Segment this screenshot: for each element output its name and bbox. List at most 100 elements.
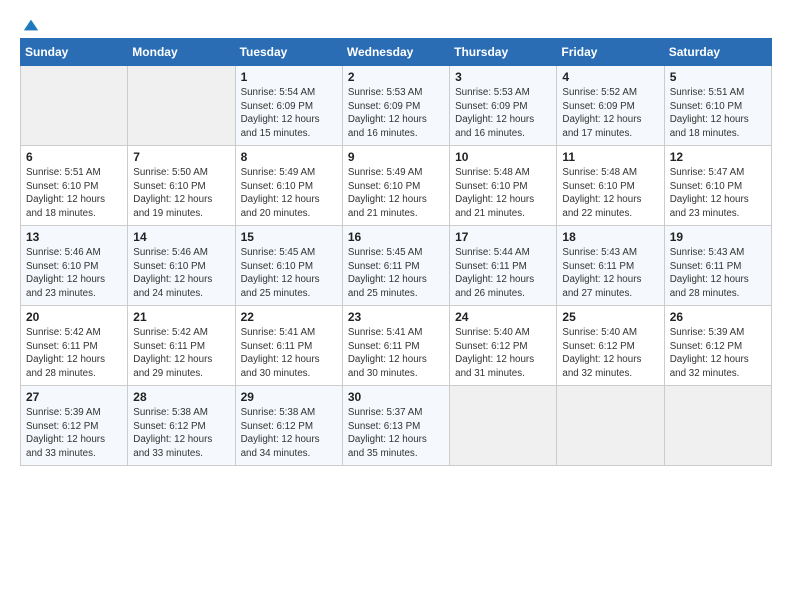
sunset-text: Sunset: 6:09 PM (348, 100, 444, 114)
sunrise-text: Sunrise: 5:40 AM (562, 326, 658, 340)
daylight-text: Daylight: 12 hours and 18 minutes. (26, 193, 122, 220)
day-number: 25 (562, 310, 658, 324)
sunrise-text: Sunrise: 5:53 AM (348, 86, 444, 100)
daylight-text: Daylight: 12 hours and 16 minutes. (455, 113, 551, 140)
sunrise-text: Sunrise: 5:47 AM (670, 166, 766, 180)
calendar-cell: 7 Sunrise: 5:50 AMSunset: 6:10 PMDaylight… (128, 146, 235, 226)
calendar-cell (557, 386, 664, 466)
sunset-text: Sunset: 6:11 PM (348, 260, 444, 274)
day-number: 3 (455, 70, 551, 84)
day-info: Sunrise: 5:44 AMSunset: 6:11 PMDaylight:… (455, 246, 551, 301)
calendar-cell: 11Sunrise: 5:48 AMSunset: 6:10 PMDayligh… (557, 146, 664, 226)
logo-icon (22, 16, 40, 34)
sunset-text: Sunset: 6:11 PM (133, 340, 229, 354)
calendar-cell: 19Sunrise: 5:43 AMSunset: 6:11 PMDayligh… (664, 226, 771, 306)
logo (20, 16, 40, 28)
day-info: Sunrise: 5:53 AMSunset: 6:09 PMDaylight:… (348, 86, 444, 141)
day-info: Sunrise: 5:49 AMSunset: 6:10 PMDaylight:… (241, 166, 337, 221)
sunrise-text: Sunrise: 5:48 AM (562, 166, 658, 180)
day-number: 7 (133, 150, 229, 164)
day-number: 15 (241, 230, 337, 244)
sunrise-text: Sunrise: 5:43 AM (562, 246, 658, 260)
sunrise-text: Sunrise: 5:50 AM (133, 166, 229, 180)
day-info: Sunrise: 5:53 AMSunset: 6:09 PMDaylight:… (455, 86, 551, 141)
sunrise-text: Sunrise: 5:49 AM (348, 166, 444, 180)
day-info: Sunrise: 5:39 AMSunset: 6:12 PMDaylight:… (26, 406, 122, 461)
calendar-cell (664, 386, 771, 466)
day-number: 13 (26, 230, 122, 244)
sunrise-text: Sunrise: 5:52 AM (562, 86, 658, 100)
daylight-text: Daylight: 12 hours and 35 minutes. (348, 433, 444, 460)
day-number: 16 (348, 230, 444, 244)
day-info: Sunrise: 5:37 AMSunset: 6:13 PMDaylight:… (348, 406, 444, 461)
daylight-text: Daylight: 12 hours and 22 minutes. (562, 193, 658, 220)
daylight-text: Daylight: 12 hours and 28 minutes. (26, 353, 122, 380)
daylight-text: Daylight: 12 hours and 29 minutes. (133, 353, 229, 380)
day-info: Sunrise: 5:51 AMSunset: 6:10 PMDaylight:… (26, 166, 122, 221)
sunrise-text: Sunrise: 5:43 AM (670, 246, 766, 260)
sunrise-text: Sunrise: 5:37 AM (348, 406, 444, 420)
calendar-cell: 22Sunrise: 5:41 AMSunset: 6:11 PMDayligh… (235, 306, 342, 386)
calendar-cell (450, 386, 557, 466)
day-info: Sunrise: 5:50 AMSunset: 6:10 PMDaylight:… (133, 166, 229, 221)
calendar-cell: 5Sunrise: 5:51 AMSunset: 6:10 PMDaylight… (664, 66, 771, 146)
day-number: 29 (241, 390, 337, 404)
day-number: 22 (241, 310, 337, 324)
calendar-cell: 12 Sunrise: 5:47 AMSunset: 6:10 PMDayligh… (664, 146, 771, 226)
calendar-cell: 15 Sunrise: 5:45 AMSunset: 6:10 PMDayligh… (235, 226, 342, 306)
day-info: Sunrise: 5:47 AMSunset: 6:10 PMDaylight:… (670, 166, 766, 221)
calendar-cell: 16 Sunrise: 5:45 AMSunset: 6:11 PMDayligh… (342, 226, 449, 306)
sunrise-text: Sunrise: 5:38 AM (133, 406, 229, 420)
day-number: 23 (348, 310, 444, 324)
sunset-text: Sunset: 6:12 PM (562, 340, 658, 354)
sunrise-text: Sunrise: 5:46 AM (133, 246, 229, 260)
page: SundayMondayTuesdayWednesdayThursdayFrid… (0, 0, 792, 612)
day-number: 6 (26, 150, 122, 164)
day-info: Sunrise: 5:45 AMSunset: 6:10 PMDaylight:… (241, 246, 337, 301)
logo-text (20, 16, 40, 34)
daylight-text: Daylight: 12 hours and 19 minutes. (133, 193, 229, 220)
day-info: Sunrise: 5:38 AMSunset: 6:12 PMDaylight:… (133, 406, 229, 461)
daylight-text: Daylight: 12 hours and 23 minutes. (26, 273, 122, 300)
calendar-week-3: 13Sunrise: 5:46 AMSunset: 6:10 PMDayligh… (21, 226, 772, 306)
day-number: 12 (670, 150, 766, 164)
calendar-cell: 26Sunrise: 5:39 AMSunset: 6:12 PMDayligh… (664, 306, 771, 386)
calendar-cell: 27 Sunrise: 5:39 AMSunset: 6:12 PMDayligh… (21, 386, 128, 466)
day-info: Sunrise: 5:40 AMSunset: 6:12 PMDaylight:… (562, 326, 658, 381)
day-info: Sunrise: 5:48 AMSunset: 6:10 PMDaylight:… (562, 166, 658, 221)
day-number: 26 (670, 310, 766, 324)
sunset-text: Sunset: 6:10 PM (455, 180, 551, 194)
day-number: 27 (26, 390, 122, 404)
sunrise-text: Sunrise: 5:49 AM (241, 166, 337, 180)
daylight-text: Daylight: 12 hours and 20 minutes. (241, 193, 337, 220)
sunset-text: Sunset: 6:10 PM (133, 180, 229, 194)
calendar-cell: 2Sunrise: 5:53 AMSunset: 6:09 PMDaylight… (342, 66, 449, 146)
daylight-text: Daylight: 12 hours and 18 minutes. (670, 113, 766, 140)
day-number: 24 (455, 310, 551, 324)
sunrise-text: Sunrise: 5:39 AM (26, 406, 122, 420)
day-number: 10 (455, 150, 551, 164)
sunrise-text: Sunrise: 5:42 AM (26, 326, 122, 340)
sunset-text: Sunset: 6:09 PM (562, 100, 658, 114)
calendar-cell: 14Sunrise: 5:46 AMSunset: 6:10 PMDayligh… (128, 226, 235, 306)
day-info: Sunrise: 5:45 AMSunset: 6:11 PMDaylight:… (348, 246, 444, 301)
daylight-text: Daylight: 12 hours and 31 minutes. (455, 353, 551, 380)
sunset-text: Sunset: 6:11 PM (455, 260, 551, 274)
calendar-cell: 25 Sunrise: 5:40 AMSunset: 6:12 PMDayligh… (557, 306, 664, 386)
daylight-text: Daylight: 12 hours and 15 minutes. (241, 113, 337, 140)
daylight-text: Daylight: 12 hours and 17 minutes. (562, 113, 658, 140)
sunset-text: Sunset: 6:10 PM (241, 260, 337, 274)
daylight-text: Daylight: 12 hours and 24 minutes. (133, 273, 229, 300)
daylight-text: Daylight: 12 hours and 25 minutes. (241, 273, 337, 300)
sunrise-text: Sunrise: 5:42 AM (133, 326, 229, 340)
day-of-week-thursday: Thursday (450, 39, 557, 66)
sunset-text: Sunset: 6:12 PM (133, 420, 229, 434)
sunset-text: Sunset: 6:12 PM (26, 420, 122, 434)
calendar: SundayMondayTuesdayWednesdayThursdayFrid… (20, 38, 772, 466)
calendar-week-5: 27Sunrise: 5:39 AMSunset: 6:12 PMDayligh… (21, 386, 772, 466)
sunset-text: Sunset: 6:12 PM (241, 420, 337, 434)
day-number: 9 (348, 150, 444, 164)
calendar-cell: 30Sunrise: 5:37 AMSunset: 6:13 PMDayligh… (342, 386, 449, 466)
calendar-week-1: 1Sunrise: 5:54 AMSunset: 6:09 PMDaylight… (21, 66, 772, 146)
sunset-text: Sunset: 6:10 PM (670, 180, 766, 194)
